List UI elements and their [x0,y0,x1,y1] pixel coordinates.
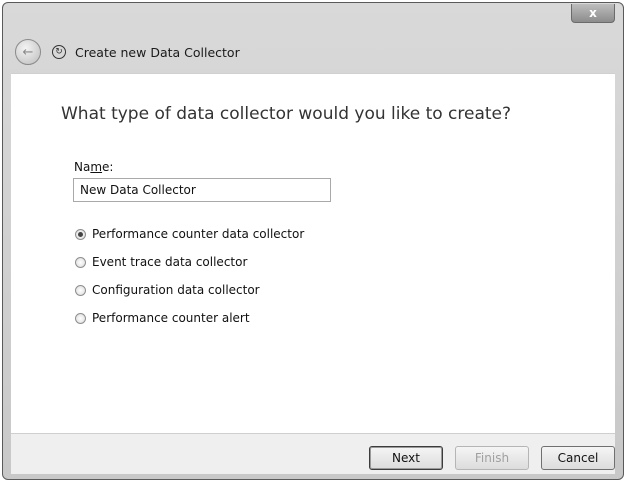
radio-label: Performance counter alert [92,311,250,325]
radio-button[interactable] [75,256,86,268]
radio-label: Configuration data collector [92,283,260,297]
back-button[interactable]: ← [15,39,41,65]
radio-event-trace[interactable]: Event trace data collector [75,255,247,269]
name-label: Name: [74,160,114,174]
wizard-window: x ← ↻ Create new Data Collector What typ… [2,2,624,480]
wizard-content: What type of data collector would you li… [11,73,615,434]
name-input[interactable] [73,178,331,202]
radio-button-checked[interactable] [75,228,86,240]
wizard-header: ← ↻ Create new Data Collector [3,29,623,69]
radio-button[interactable] [75,312,86,324]
back-arrow-icon: ← [22,44,34,60]
radio-button[interactable] [75,284,86,296]
next-button[interactable]: Next [369,446,443,470]
radio-label: Event trace data collector [92,255,248,269]
radio-label: Performance counter data collector [92,227,305,241]
radio-performance-alert[interactable]: Performance counter alert [75,311,250,325]
close-icon: x [589,6,597,20]
data-collector-icon: ↻ [52,45,66,59]
radio-configuration[interactable]: Configuration data collector [75,283,260,297]
cancel-button[interactable]: Cancel [541,446,615,470]
radio-performance-counter[interactable]: Performance counter data collector [75,227,304,241]
close-button[interactable]: x [571,4,615,23]
wizard-title: Create new Data Collector [75,45,240,60]
finish-button[interactable]: Finish [455,446,529,470]
wizard-footer: Next Finish Cancel [11,433,615,474]
page-heading: What type of data collector would you li… [61,104,512,124]
